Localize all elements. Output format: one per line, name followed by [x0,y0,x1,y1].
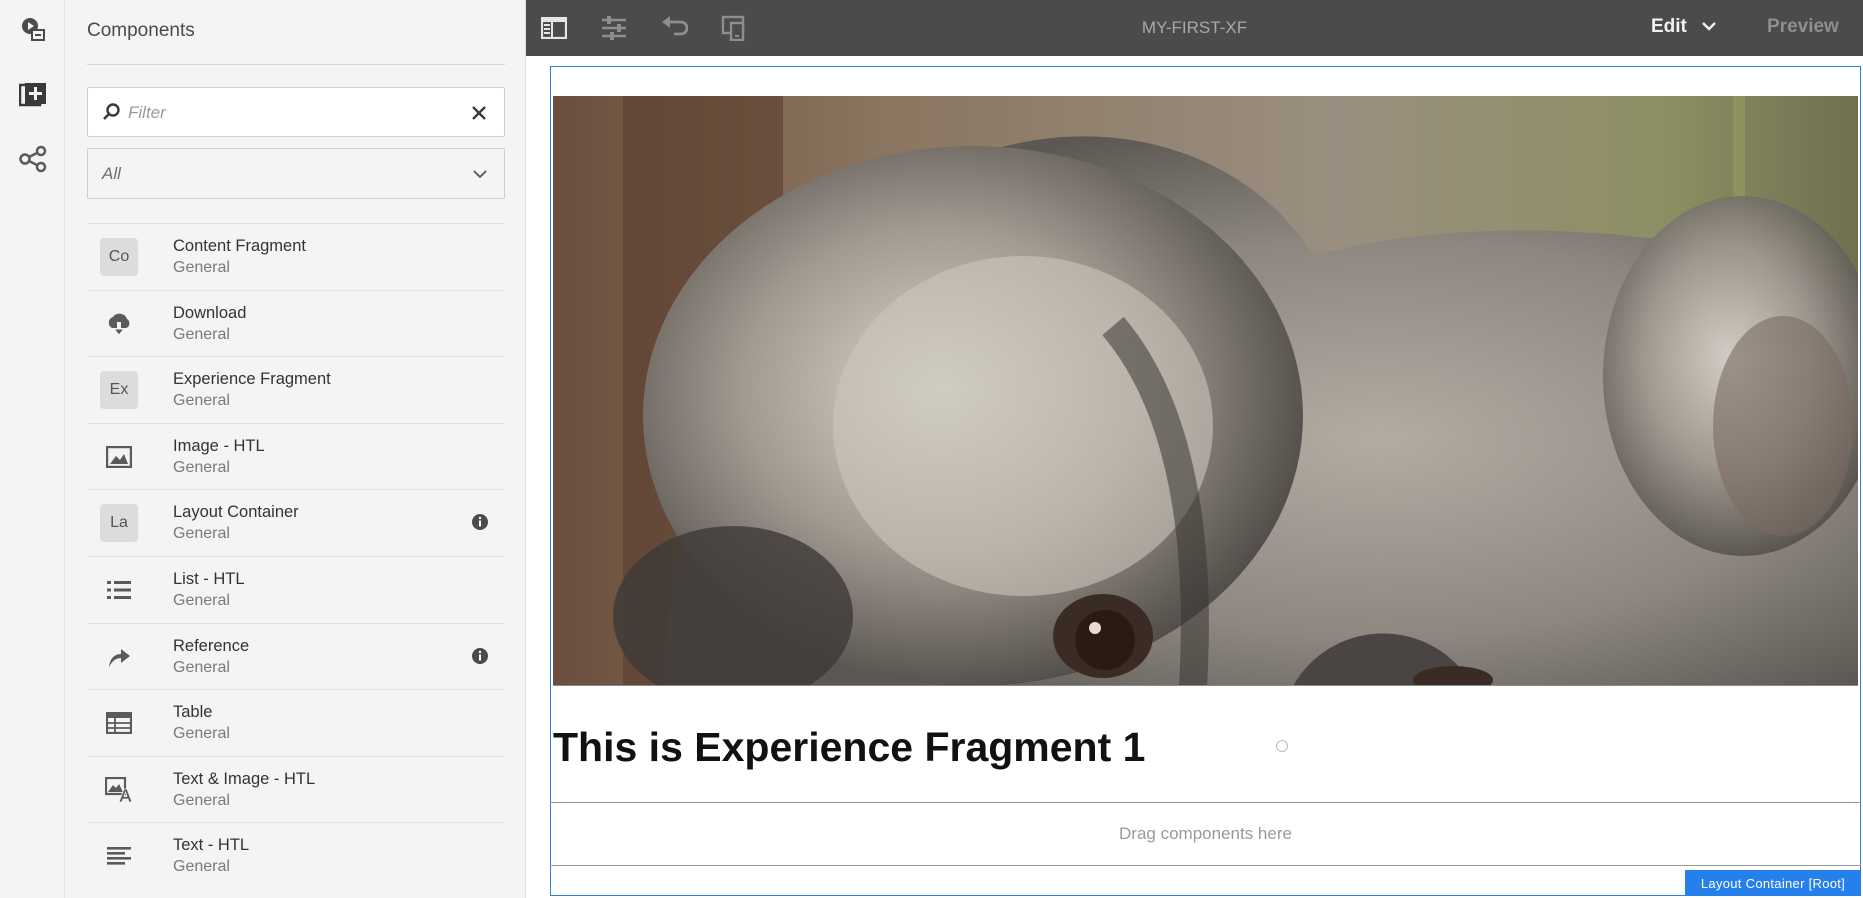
component-name: Layout Container [173,503,299,522]
component-name: Image - HTL [173,436,265,455]
page-properties-icon [602,16,626,40]
content-tree-button[interactable] [0,131,65,187]
table-icon [100,704,138,742]
info-icon[interactable] [471,647,489,665]
divider [87,64,505,65]
koala-image[interactable] [553,96,1858,686]
component-item-reference[interactable]: Reference General [87,622,505,690]
preview-button[interactable]: Preview [1767,16,1839,38]
component-item-text[interactable]: Text - HTL General [87,822,505,889]
filter-field [87,87,505,137]
mode-label: Edit [1651,16,1687,37]
toggle-side-panel-button[interactable] [536,10,572,46]
emulator-button[interactable] [716,10,752,46]
group-select-value: All [102,164,121,183]
components-button[interactable] [0,67,65,123]
component-group: General [173,392,230,410]
component-group: General [173,259,230,276]
component-name: Text - HTL [173,836,250,855]
resize-handle[interactable] [1276,740,1288,752]
cloud-download-icon [100,305,138,343]
undo-button[interactable] [656,10,692,46]
component-name: Table [173,703,213,722]
component-list: Co Content Fragment General Download Gen… [87,223,505,889]
editor-canvas: This is Experience Fragment 1 Drag compo… [526,56,1863,898]
group-select[interactable]: All [87,148,505,199]
share-icon [18,145,46,173]
root-container-label: Layout Container [Root] [1685,870,1861,896]
fragment-heading[interactable]: This is Experience Fragment 1 [553,724,1145,771]
chevron-down-icon [473,170,487,179]
mode-selector[interactable]: Edit [1651,16,1717,38]
editor-toolbar: MY-FIRST-XF Edit Preview [526,0,1863,56]
side-rail [0,0,65,898]
close-icon [472,106,486,120]
component-name: Reference [173,636,250,655]
component-group: General [173,591,230,609]
component-name: Text & Image - HTL [173,769,316,788]
component-item-experience-fragment[interactable]: Ex Experience Fragment General [87,356,505,423]
component-item-table[interactable]: Table General [87,689,505,756]
text-align-icon [100,837,138,875]
component-group: General [173,525,230,543]
component-group: General [173,791,230,809]
image-icon [100,438,138,476]
aem-editor: Components All Co [0,0,1863,898]
reference-arrow-icon [100,638,138,676]
component-group: General [173,725,230,743]
filter-input[interactable] [128,100,448,126]
page-info-icon [21,18,45,41]
add-components-icon [18,83,46,107]
component-item-download[interactable]: Download General [87,289,505,357]
abbreviation-badge: Ex [100,371,138,410]
component-item-text-image[interactable]: Text & Image - HTL General [87,755,505,823]
component-item-content-fragment[interactable]: Co Content Fragment General [87,223,505,290]
component-group: General [173,458,230,476]
page-info-button[interactable] [0,1,65,57]
component-group: General [173,658,230,676]
abbreviation-badge: Co [100,238,138,276]
component-item-layout-container[interactable]: La Layout Container General [87,489,505,556]
component-name: Experience Fragment [173,370,331,389]
undo-icon [662,16,688,36]
drop-zone[interactable]: Drag components here [550,802,1861,866]
toggle-side-panel-icon [541,17,567,39]
component-group: General [173,858,230,876]
component-item-list[interactable]: List - HTL General [87,555,505,623]
abbreviation-badge: La [100,504,138,543]
component-name: Content Fragment [173,237,306,255]
chevron-down-icon [1702,22,1716,31]
component-name: Download [173,303,247,322]
component-group: General [173,325,230,343]
component-item-image[interactable]: Image - HTL General [87,422,505,490]
component-name: List - HTL [173,569,245,588]
clear-filter-button[interactable] [466,100,492,126]
text-image-icon [100,771,138,809]
info-icon[interactable] [471,513,489,531]
page-properties-button[interactable] [596,10,632,46]
emulator-icon [721,15,745,41]
search-icon [103,103,120,120]
list-icon [100,571,138,609]
components-panel: Components All Co [65,0,526,898]
panel-title: Components [87,20,195,41]
